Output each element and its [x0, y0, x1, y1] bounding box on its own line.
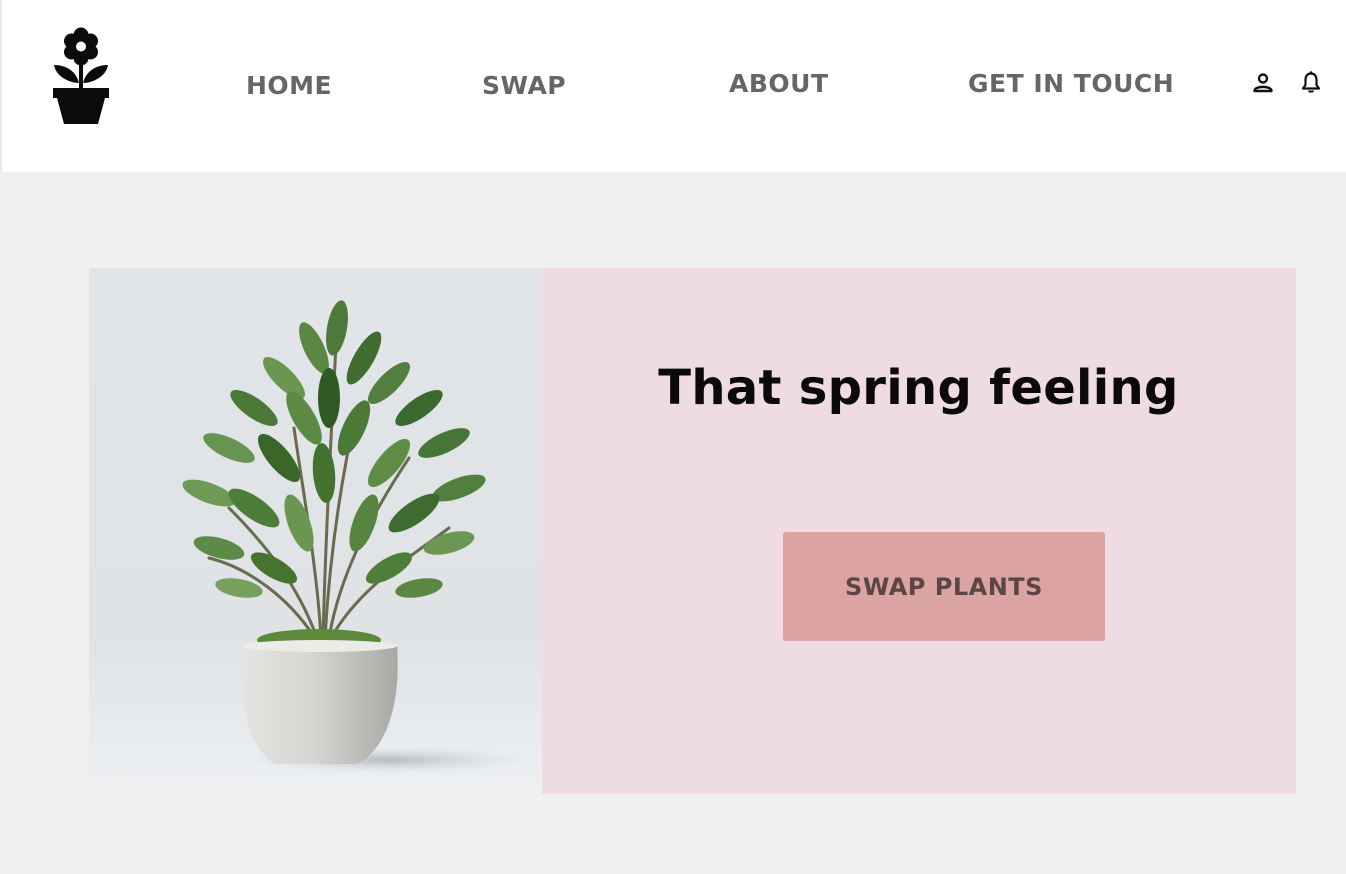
site-header: HOME SWAP ABOUT GET IN TOUCH	[0, 0, 1346, 172]
swap-plants-button[interactable]: SWAP PLANTS	[783, 532, 1105, 641]
bell-icon[interactable]	[1299, 70, 1323, 94]
flower-pot-logo[interactable]	[52, 27, 110, 125]
page: HOME SWAP ABOUT GET IN TOUCH That spring…	[0, 0, 1346, 874]
nav-get-in-touch[interactable]: GET IN TOUCH	[968, 69, 1174, 98]
hero-panel: That spring feeling SWAP PLANTS	[542, 268, 1296, 794]
nav-home[interactable]: HOME	[246, 71, 332, 100]
nav-swap[interactable]: SWAP	[482, 71, 566, 100]
user-icon[interactable]	[1251, 71, 1275, 95]
nav-about[interactable]: ABOUT	[729, 69, 829, 98]
potted-plant-image	[89, 268, 542, 794]
hero-title: That spring feeling	[658, 360, 1179, 416]
hero-section: That spring feeling SWAP PLANTS	[89, 268, 1296, 794]
